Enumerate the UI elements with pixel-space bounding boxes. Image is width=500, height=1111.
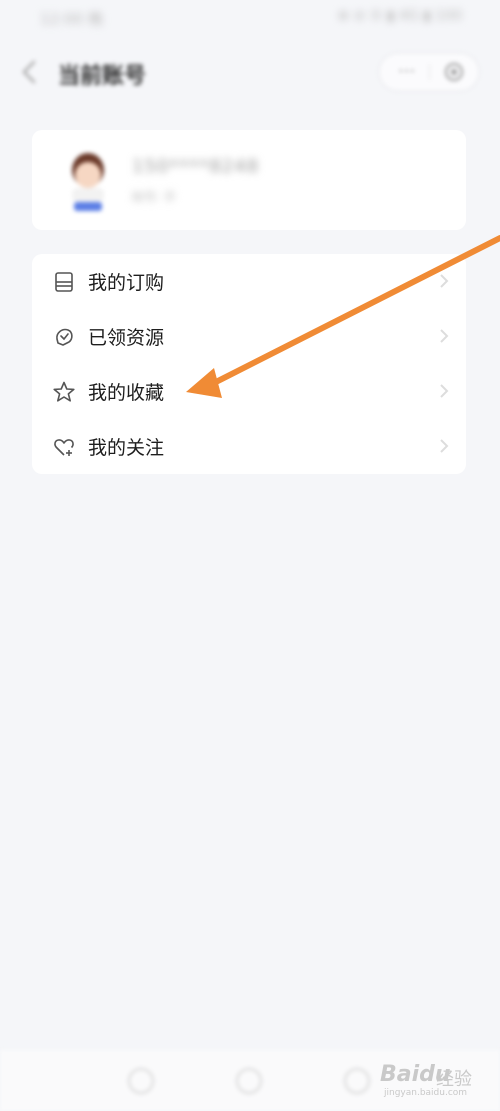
star-icon [53, 381, 75, 402]
status-indicators: ⊕ ⊘ ⑤ ▮ 4G ▮ 100 [337, 8, 462, 24]
watermark-url: jingyan.baidu.com [384, 1088, 468, 1098]
target-icon[interactable] [444, 62, 464, 82]
nav-discover-icon[interactable] [236, 1068, 262, 1094]
header: 当前账号 ··· [0, 44, 500, 100]
chevron-right-icon [440, 329, 449, 343]
resource-icon [56, 328, 73, 346]
status-time: 12:00 晚 [40, 10, 103, 28]
chevron-right-icon [440, 439, 449, 453]
more-icon[interactable]: ··· [398, 61, 415, 82]
chevron-right-icon [440, 274, 449, 288]
chevron-right-icon [440, 384, 449, 398]
menu-item-label: 我的订购 [88, 272, 165, 294]
profile-subtitle: 帐号: 手 [132, 190, 176, 204]
nav-share-icon[interactable] [344, 1068, 370, 1094]
menu-item-label: 已领资源 [88, 327, 165, 349]
page-title: 当前账号 [58, 64, 147, 89]
menu-item-following[interactable]: 我的关注 [32, 419, 466, 474]
watermark: Baidu 经验 jingyan.baidu.com [380, 1058, 480, 1102]
pill-divider [429, 64, 430, 80]
order-icon [55, 272, 73, 292]
heart-plus-icon [54, 439, 74, 456]
profile-card[interactable]: 150****8248 帐号: 手 [32, 130, 466, 230]
menu-item-resources[interactable]: 已领资源 [32, 309, 466, 364]
header-action-pill: ··· [380, 54, 478, 90]
chevron-left-icon[interactable] [18, 58, 42, 86]
menu-item-label: 我的关注 [88, 437, 165, 459]
menu-card: 我的订购 已领资源 我的收藏 我的关注 [32, 254, 466, 474]
profile-username: 150****8248 [132, 156, 260, 177]
status-bar: 12:00 晚 ⊕ ⊘ ⑤ ▮ 4G ▮ 100 [0, 0, 500, 36]
menu-item-label: 我的收藏 [88, 382, 165, 404]
nav-home-icon[interactable] [128, 1068, 154, 1094]
menu-item-favorites[interactable]: 我的收藏 [32, 364, 466, 419]
avatar-icon [72, 153, 104, 211]
menu-item-orders[interactable]: 我的订购 [32, 254, 466, 309]
